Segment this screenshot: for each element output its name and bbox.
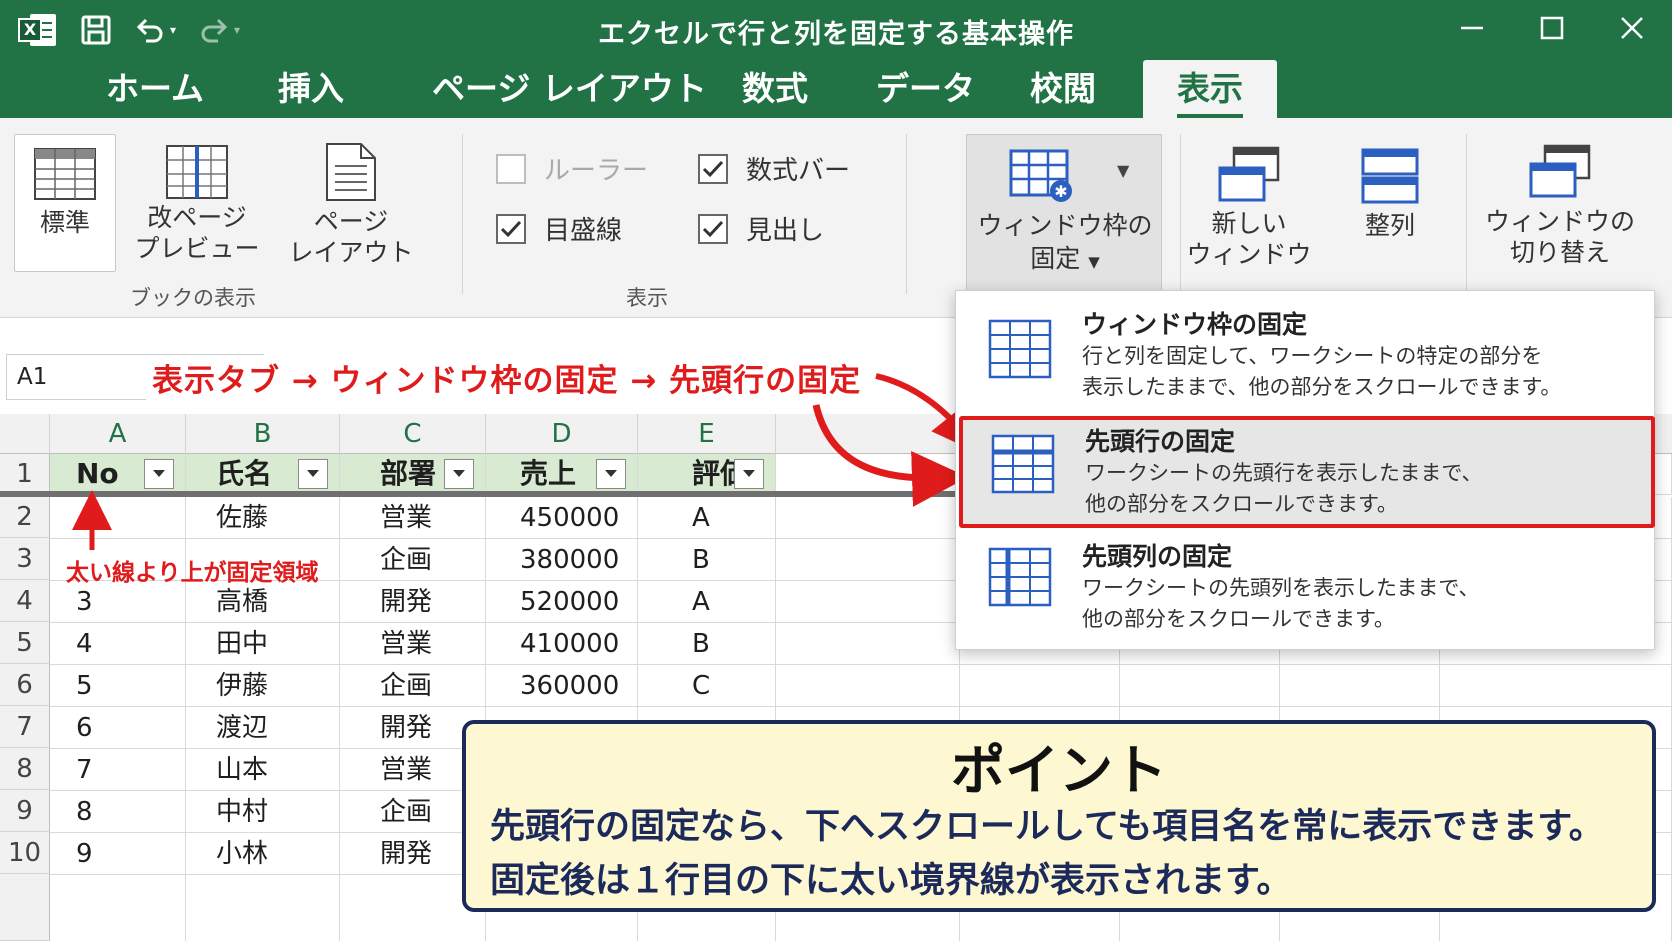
description-line: 他の部分をスクロールできます。 bbox=[1085, 492, 1398, 516]
freeze-panes-menu: ウィンドウ枠の固定 行と列を固定して、ワークシートの特定の部分を 表示したままで、… bbox=[955, 290, 1655, 650]
point-callout: ポイント 先頭行の固定なら、下へスクロールしても項目名を常に表示できます。 固定… bbox=[462, 720, 1656, 912]
freeze-first-column-icon bbox=[988, 547, 1052, 607]
arrow-to-freeze-top-row bbox=[812, 404, 968, 507]
description-line: 行と列を固定して、ワークシートの特定の部分を bbox=[1082, 344, 1543, 368]
description-line: 他の部分をスクロールできます。 bbox=[1082, 607, 1395, 631]
description-line: 表示したままで、他の部分をスクロールできます。 bbox=[1082, 375, 1562, 399]
menu-item-description: ワークシートの先頭列を表示したままで、 他の部分をスクロールできます。 bbox=[1082, 573, 1480, 635]
freeze-top-row-icon bbox=[991, 434, 1055, 494]
menu-item-freeze-panes[interactable]: ウィンドウ枠の固定 行と列を固定して、ワークシートの特定の部分を 表示したままで、… bbox=[956, 299, 1656, 411]
menu-item-title: 先頭行の固定 bbox=[1085, 427, 1236, 456]
arrow-to-dropdown bbox=[875, 373, 980, 454]
menu-item-title: ウィンドウ枠の固定 bbox=[1082, 310, 1308, 339]
freeze-panes-menu-icon bbox=[988, 319, 1052, 379]
description-line: ワークシートの先頭行を表示したままで、 bbox=[1085, 461, 1483, 485]
menu-item-description: 行と列を固定して、ワークシートの特定の部分を 表示したままで、他の部分をスクロール… bbox=[1082, 341, 1561, 403]
menu-item-freeze-first-column[interactable]: 先頭列の固定 ワークシートの先頭列を表示したままで、 他の部分をスクロールできます… bbox=[956, 537, 1656, 649]
menu-item-description: ワークシートの先頭行を表示したままで、 他の部分をスクロールできます。 bbox=[1085, 458, 1483, 520]
point-heading: ポイント bbox=[951, 739, 1167, 802]
point-line-2: 固定後は１行目の下に太い境界線が表示されます。 bbox=[490, 861, 1292, 901]
menu-item-title: 先頭列の固定 bbox=[1082, 542, 1233, 571]
description-line: ワークシートの先頭列を表示したままで、 bbox=[1082, 576, 1480, 600]
point-line-1: 先頭行の固定なら、下へスクロールしても項目名を常に表示できます。 bbox=[490, 807, 1604, 847]
menu-item-freeze-top-row[interactable]: 先頭行の固定 ワークシートの先頭行を表示したままで、 他の部分をスクロールできます… bbox=[959, 416, 1655, 528]
